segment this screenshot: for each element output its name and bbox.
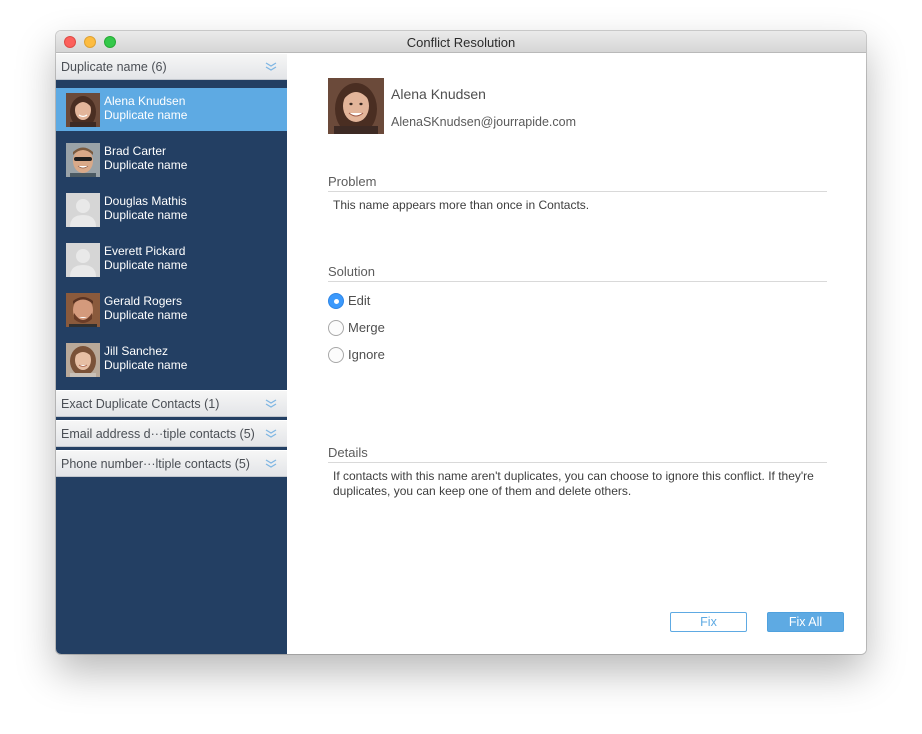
avatar-jill-sanchez [66,343,100,377]
window-title: Conflict Resolution [406,35,516,50]
contact-name-heading: Alena Knudsen [391,86,486,102]
solution-title: Solution [328,264,375,279]
conflict-resolution-window: Conflict Resolution Duplicate name (6) A… [56,31,866,654]
group-label: Email address d···tiple contacts (5) [61,427,255,441]
radio-label[interactable]: Edit [348,293,370,308]
contact-subtitle: Duplicate name [104,358,188,372]
sidebar: Duplicate name (6) Alena Knudsen Duplica… [56,53,287,654]
contact-subtitle: Duplicate name [104,208,188,222]
contact-row-alena-knudsen[interactable]: Alena Knudsen Duplicate name [56,88,287,131]
contact-subtitle: Duplicate name [104,158,188,172]
fix-button[interactable]: Fix [670,612,747,632]
chevron-double-down-icon [265,399,277,408]
contact-row-jill-sanchez[interactable]: Jill Sanchez Duplicate name [56,338,287,381]
avatar-brad-carter [66,143,100,177]
details-divider [328,462,827,463]
problem-divider [328,191,827,192]
contact-name: Everett Pickard [104,244,186,258]
problem-text: This name appears more than once in Cont… [333,198,590,212]
details-title: Details [328,445,368,460]
avatar-gerald-rogers [66,293,100,327]
contact-row-douglas-mathis[interactable]: Douglas Mathis Duplicate name [56,188,287,231]
group-label: Exact Duplicate Contacts (1) [61,397,220,411]
radio-button-checked[interactable] [328,293,344,309]
radio-button[interactable] [328,347,344,363]
radio-label[interactable]: Ignore [348,347,385,362]
contact-row-brad-carter[interactable]: Brad Carter Duplicate name [56,138,287,181]
chevron-double-down-icon [265,62,277,71]
contact-name: Brad Carter [104,144,167,158]
solution-divider [328,281,827,282]
group-label: Phone number···ltiple contacts (5) [61,457,250,471]
detail-pane: Alena Knudsen AlenaSKnudsen@jourrapide.c… [287,53,866,654]
radio-button[interactable] [328,320,344,336]
contact-name: Gerald Rogers [104,294,183,308]
contact-subtitle: Duplicate name [104,258,188,272]
details-text: If contacts with this name aren't duplic… [333,469,814,498]
title-bar[interactable]: Conflict Resolution [56,31,866,53]
group-email-address[interactable]: Email address d···tiple contacts (5) [56,420,287,447]
group-label: Duplicate name (6) [61,60,167,74]
contact-photo [328,78,384,134]
chevron-double-down-icon [265,459,277,468]
group-phone-number[interactable]: Phone number···ltiple contacts (5) [56,450,287,477]
contact-row-everett-pickard[interactable]: Everett Pickard Duplicate name [56,238,287,281]
contact-subtitle: Duplicate name [104,108,188,122]
contact-email: AlenaSKnudsen@jourrapide.com [391,115,577,129]
avatar-placeholder-icon [66,243,100,277]
contact-name: Douglas Mathis [104,194,187,208]
group-exact-duplicate-contacts[interactable]: Exact Duplicate Contacts (1) [56,390,287,417]
contact-subtitle: Duplicate name [104,308,188,322]
chevron-double-down-icon [265,429,277,438]
group-duplicate-name[interactable]: Duplicate name (6) [56,53,287,80]
problem-title: Problem [328,174,377,189]
avatar-alena-knudsen [66,93,100,127]
radio-label[interactable]: Merge [348,320,385,335]
contact-name: Jill Sanchez [104,344,169,358]
contact-name: Alena Knudsen [104,94,186,108]
contact-row-gerald-rogers[interactable]: Gerald Rogers Duplicate name [56,288,287,331]
fix-all-button[interactable]: Fix All [767,612,844,632]
avatar-placeholder-icon [66,193,100,227]
